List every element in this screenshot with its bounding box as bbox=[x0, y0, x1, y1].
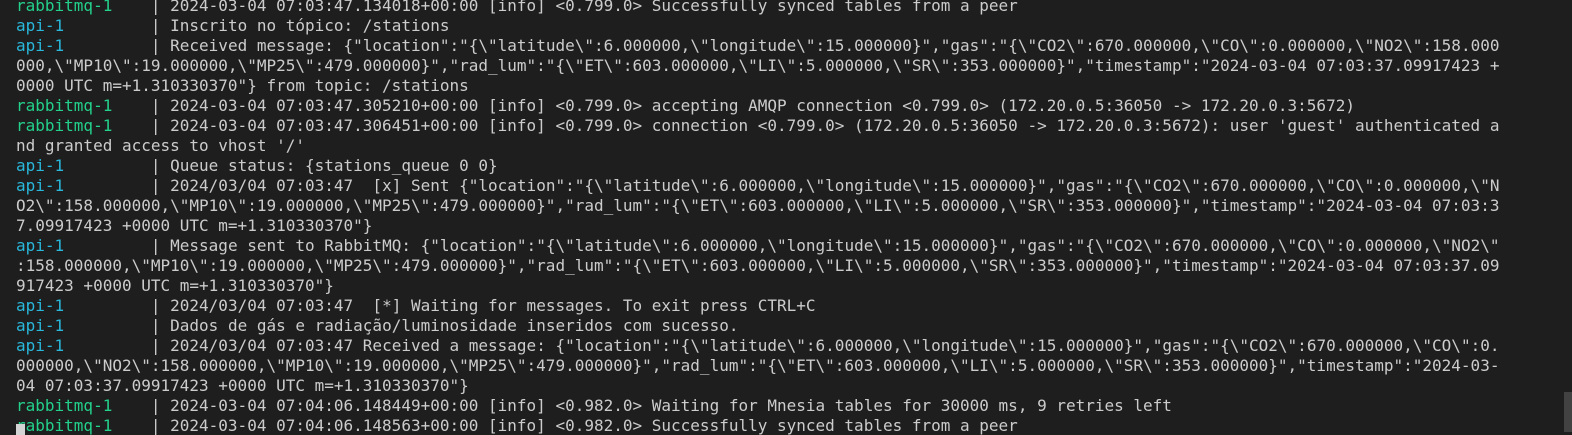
log-output: rabbitmq-1 | 2024-03-04 07:03:47.134018+… bbox=[16, 0, 1556, 435]
service-name: api-1 bbox=[16, 16, 65, 35]
log-message: 2024/03/04 07:03:47 [x] Sent {"location"… bbox=[170, 176, 1500, 195]
separator: | bbox=[64, 16, 171, 35]
service-name: rabbitmq-1 bbox=[16, 116, 113, 135]
log-line: :158.000000,\"MP10\":19.000000,\"MP25\":… bbox=[16, 256, 1556, 276]
log-line: 917423 +0000 UTC m=+1.310330370"} bbox=[16, 276, 1556, 296]
terminal-window[interactable]: rabbitmq-1 | 2024-03-04 07:03:47.134018+… bbox=[0, 0, 1572, 435]
log-message: :158.000000,\"MP10\":19.000000,\"MP25\":… bbox=[16, 256, 1500, 275]
log-message: 000000,\"NO2\":158.000000,\"MP10\":19.00… bbox=[16, 356, 1500, 375]
terminal-cursor bbox=[16, 424, 25, 435]
log-message: 2024/03/04 07:03:47 [*] Waiting for mess… bbox=[170, 296, 816, 315]
log-line: 7.09917423 +0000 UTC m=+1.310330370"} bbox=[16, 216, 1556, 236]
service-name: api-1 bbox=[16, 176, 65, 195]
log-message: 0000 UTC m=+1.310330370"} from topic: /s… bbox=[16, 76, 469, 95]
log-message: nd granted access to vhost '/' bbox=[16, 136, 305, 155]
separator: | bbox=[112, 416, 171, 435]
separator: | bbox=[64, 36, 171, 55]
log-line: api-1 | Received message: {"location":"{… bbox=[16, 36, 1556, 56]
log-message: 04 07:03:37.09917423 +0000 UTC m=+1.3103… bbox=[16, 376, 469, 395]
separator: | bbox=[64, 316, 171, 335]
log-message: Inscrito no tópico: /stations bbox=[170, 16, 450, 35]
log-line: 04 07:03:37.09917423 +0000 UTC m=+1.3103… bbox=[16, 376, 1556, 396]
separator: | bbox=[112, 396, 171, 415]
log-message: O2\":158.000000,\"MP10\":19.000000,\"MP2… bbox=[16, 196, 1500, 215]
log-message: Dados de gás e radiação/luminosidade ins… bbox=[170, 316, 739, 335]
service-name: rabbitmq-1 bbox=[16, 396, 113, 415]
log-line: api-1 | Queue status: {stations_queue 0 … bbox=[16, 156, 1556, 176]
log-message: 2024-03-04 07:03:47.306451+00:00 [info] … bbox=[170, 116, 1500, 135]
service-name: api-1 bbox=[16, 296, 65, 315]
separator: | bbox=[64, 156, 171, 175]
service-name: rabbitmq-1 bbox=[16, 96, 113, 115]
log-line: O2\":158.000000,\"MP10\":19.000000,\"MP2… bbox=[16, 196, 1556, 216]
log-message: Message sent to RabbitMQ: {"location":"{… bbox=[170, 236, 1500, 255]
separator: | bbox=[64, 296, 171, 315]
log-line: rabbitmq-1 | 2024-03-04 07:04:06.148449+… bbox=[16, 396, 1556, 416]
log-line: rabbitmq-1 | 2024-03-04 07:03:47.306451+… bbox=[16, 116, 1556, 136]
log-line: api-1 | 2024/03/04 07:03:47 Received a m… bbox=[16, 336, 1556, 356]
log-message: 2024-03-04 07:03:47.305210+00:00 [info] … bbox=[170, 96, 1355, 115]
service-name: rabbitmq-1 bbox=[16, 0, 113, 15]
log-message: Received message: {"location":"{\"latitu… bbox=[170, 36, 1500, 55]
log-message: Queue status: {stations_queue 0 0} bbox=[170, 156, 498, 175]
log-message: 2024-03-04 07:03:47.134018+00:00 [info] … bbox=[170, 0, 1018, 15]
log-message: 2024-03-04 07:04:06.148449+00:00 [info] … bbox=[170, 396, 1172, 415]
log-line: nd granted access to vhost '/' bbox=[16, 136, 1556, 156]
log-line: rabbitmq-1 | 2024-03-04 07:04:06.148563+… bbox=[16, 416, 1556, 435]
log-line: 000,\"MP10\":19.000000,\"MP25\":479.0000… bbox=[16, 56, 1556, 76]
log-line: api-1 | Inscrito no tópico: /stations bbox=[16, 16, 1556, 36]
log-line: api-1 | 2024/03/04 07:03:47 [x] Sent {"l… bbox=[16, 176, 1556, 196]
service-name: api-1 bbox=[16, 36, 65, 55]
service-name: api-1 bbox=[16, 156, 65, 175]
service-name: api-1 bbox=[16, 236, 65, 255]
separator: | bbox=[112, 0, 171, 15]
service-name: api-1 bbox=[16, 316, 65, 335]
service-name: rabbitmq-1 bbox=[16, 416, 113, 435]
log-line: 000000,\"NO2\":158.000000,\"MP10\":19.00… bbox=[16, 356, 1556, 376]
separator: | bbox=[64, 336, 171, 355]
log-line: rabbitmq-1 | 2024-03-04 07:03:47.134018+… bbox=[16, 0, 1556, 16]
separator: | bbox=[64, 236, 171, 255]
separator: | bbox=[112, 116, 171, 135]
log-message: 2024-03-04 07:04:06.148563+00:00 [info] … bbox=[170, 416, 1018, 435]
separator: | bbox=[64, 176, 171, 195]
log-line: api-1 | Dados de gás e radiação/luminosi… bbox=[16, 316, 1556, 336]
log-message: 917423 +0000 UTC m=+1.310330370"} bbox=[16, 276, 334, 295]
service-name: api-1 bbox=[16, 336, 65, 355]
log-line: api-1 | Message sent to RabbitMQ: {"loca… bbox=[16, 236, 1556, 256]
log-line: api-1 | 2024/03/04 07:03:47 [*] Waiting … bbox=[16, 296, 1556, 316]
separator: | bbox=[112, 96, 171, 115]
log-message: 2024/03/04 07:03:47 Received a message: … bbox=[170, 336, 1500, 355]
log-message: 000,\"MP10\":19.000000,\"MP25\":479.0000… bbox=[16, 56, 1500, 75]
log-message: 7.09917423 +0000 UTC m=+1.310330370"} bbox=[16, 216, 373, 235]
scrollbar-thumb[interactable] bbox=[1564, 392, 1572, 432]
log-line: 0000 UTC m=+1.310330370"} from topic: /s… bbox=[16, 76, 1556, 96]
log-line: rabbitmq-1 | 2024-03-04 07:03:47.305210+… bbox=[16, 96, 1556, 116]
